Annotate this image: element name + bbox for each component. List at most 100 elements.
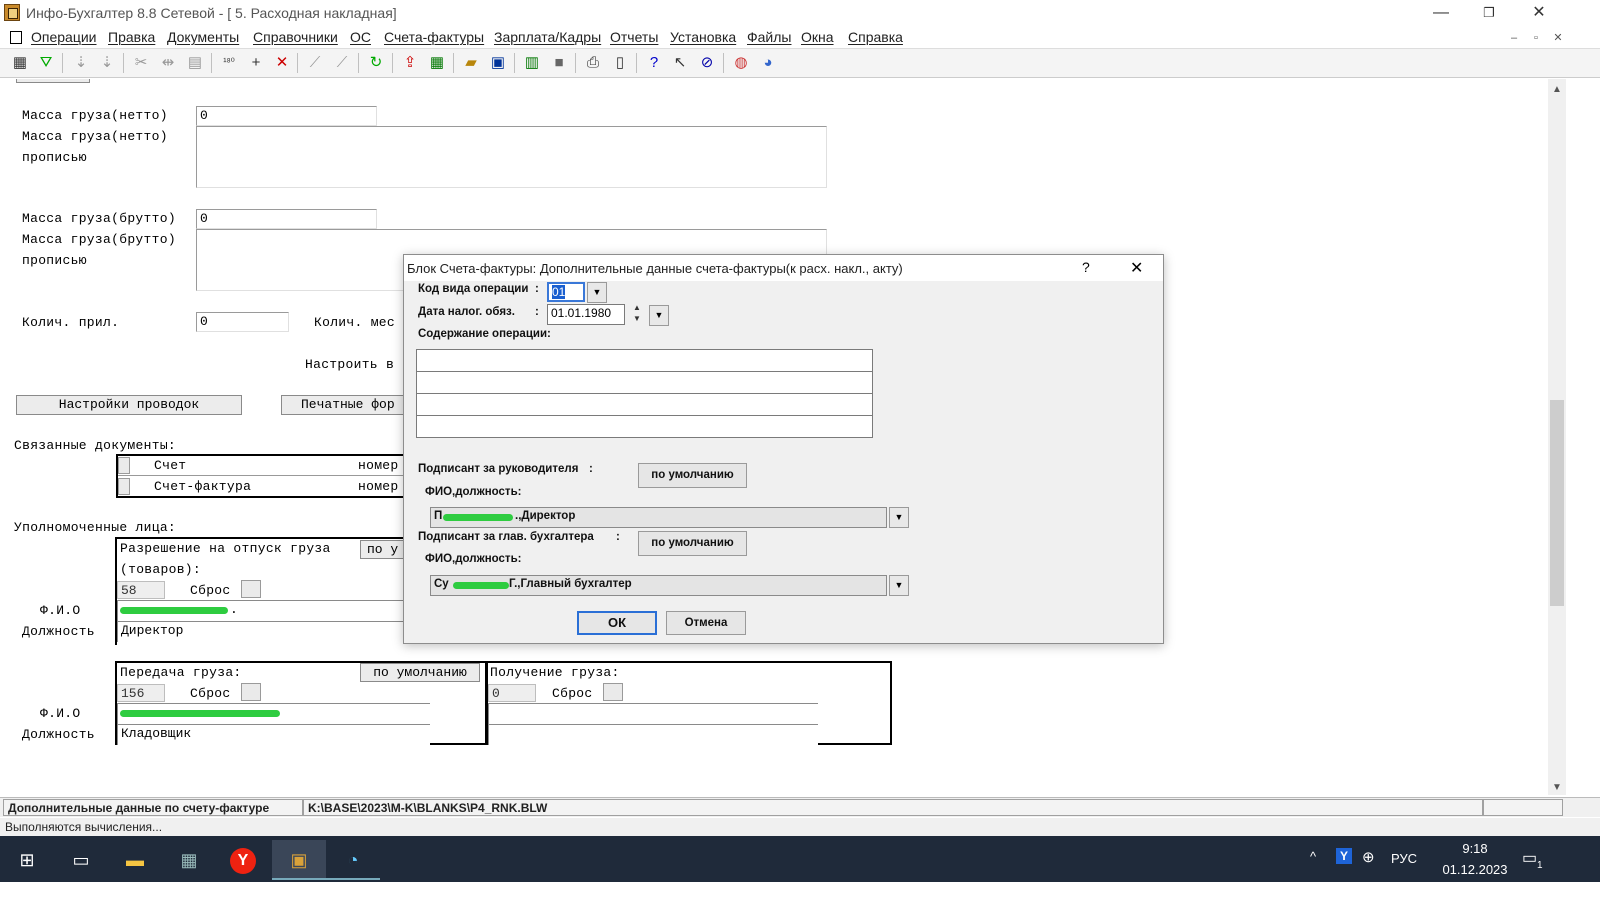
close-button[interactable]: ✕ (1516, 2, 1562, 24)
explorer-icon[interactable]: ▬ (108, 840, 162, 880)
receive-fio-input[interactable] (488, 703, 818, 724)
transfer-position-input[interactable]: Кладовщик (117, 724, 430, 745)
print-forms-button[interactable]: Печатные фор (281, 395, 411, 415)
paint-icon[interactable]: ◔ (326, 840, 380, 880)
notifications-icon[interactable]: ▭ (1522, 848, 1537, 868)
refresh-icon[interactable]: ↻ (365, 52, 387, 74)
table-row[interactable]: Счет-фактура номер (118, 477, 406, 497)
compass-icon[interactable]: ⊘ (696, 52, 718, 74)
info-buh-app-icon[interactable]: ▣ (272, 840, 326, 880)
table-row[interactable]: Счет номер (118, 456, 406, 476)
head-signer-dropdown-icon[interactable]: ▼ (889, 507, 909, 528)
task-view-icon[interactable]: ▭ (54, 840, 108, 880)
restore-button[interactable]: ❐ (1466, 2, 1512, 24)
save-icon[interactable]: ▣ (487, 52, 509, 74)
head-signer-combo[interactable]: П .,Директор (430, 507, 887, 528)
delete-icon[interactable]: ✕ (271, 52, 293, 74)
dialog-help-button[interactable]: ? (1082, 259, 1090, 275)
calc-icon[interactable]: ▯ (609, 52, 631, 74)
net-weight-input[interactable]: 0 (196, 106, 377, 126)
dialog-close-button[interactable]: ✕ (1130, 258, 1143, 278)
row-selector[interactable] (118, 457, 130, 474)
cancel-button[interactable]: Отмена (666, 611, 746, 635)
whats-this-icon[interactable]: ↖ (669, 52, 691, 74)
tray-chevron-icon[interactable]: ^ (1310, 849, 1316, 864)
menu-settings[interactable]: Установка (670, 29, 736, 45)
transfer-fio-input[interactable] (117, 703, 430, 724)
menu-windows[interactable]: Окна (801, 29, 834, 45)
filter-icon[interactable]: ⛛ (35, 52, 57, 74)
app-icon[interactable] (4, 4, 20, 21)
mdi-restore-button[interactable]: ▫ (1527, 30, 1545, 46)
open-icon[interactable]: ▰ (460, 52, 482, 74)
align-icon[interactable]: ⇹ (157, 52, 179, 74)
grid-icon[interactable]: ▦ (9, 52, 31, 74)
gross-weight-input[interactable]: 0 (196, 209, 377, 229)
op-code-dropdown-icon[interactable]: ▼ (587, 282, 607, 303)
mdi-close-button[interactable]: ✕ (1549, 30, 1567, 46)
scroll-up-icon[interactable]: ▲ (1548, 84, 1566, 95)
document-icon[interactable] (10, 31, 22, 44)
paste-icon[interactable]: ▤ (184, 52, 206, 74)
language-indicator[interactable]: РУС (1391, 851, 1417, 866)
add-icon[interactable]: + (245, 52, 267, 74)
chart-icon[interactable]: ▥ (521, 52, 543, 74)
op-code-input[interactable]: 01 (547, 282, 585, 302)
receive-code-field[interactable]: 0 (488, 684, 536, 702)
export-icon[interactable]: ⇪ (399, 52, 421, 74)
clock-date[interactable]: 01.12.2023 (1430, 862, 1520, 877)
help-icon[interactable]: ? (643, 52, 665, 74)
scroll-down-icon[interactable]: ▼ (1548, 782, 1566, 793)
top-cut-button[interactable] (16, 79, 90, 83)
menu-payroll[interactable]: Зарплата/Кадры (494, 29, 601, 45)
menu-references[interactable]: Справочники (253, 29, 338, 45)
yandex-browser-icon[interactable]: Y (216, 840, 270, 880)
cut-icon[interactable]: ✂ (130, 52, 152, 74)
mdi-minimize-button[interactable]: – (1505, 30, 1523, 46)
network-globe-icon[interactable]: ⊕ (1362, 848, 1375, 866)
attach-count-input[interactable]: 0 (196, 312, 289, 332)
menu-fixed-assets[interactable]: ОС (350, 29, 371, 45)
transfer-code-field[interactable]: 156 (117, 684, 165, 702)
receive-position-input[interactable] (488, 724, 818, 745)
counter-icon[interactable]: ¹⁸⁰ (218, 52, 240, 74)
lifebuoy-icon[interactable]: ◍ (730, 52, 752, 74)
sheet-icon[interactable]: ▦ (426, 52, 448, 74)
ok-button[interactable]: ОК (577, 611, 657, 635)
receive-reset-checkbox[interactable] (603, 683, 623, 701)
print-icon[interactable]: ⎙ (582, 52, 604, 74)
content-line-3[interactable] (416, 393, 873, 416)
menu-files[interactable]: Файлы (747, 29, 791, 45)
menu-reports[interactable]: Отчеты (610, 29, 658, 45)
content-line-2[interactable] (416, 371, 873, 394)
yandex-tray-icon[interactable]: Y (1336, 848, 1352, 864)
tool-b-icon[interactable]: ⟋ (331, 52, 353, 74)
menu-edit[interactable]: Правка (108, 29, 155, 45)
sort-desc-icon[interactable]: ⇣ (96, 52, 118, 74)
menu-invoices[interactable]: Счета-фактуры (384, 29, 484, 45)
menu-operations[interactable]: Операции (31, 29, 97, 45)
chief-acc-signer-combo[interactable]: Су Г.,Главный бухгалтер (430, 575, 887, 596)
transfer-default-button[interactable]: по умолчанию (360, 663, 480, 682)
content-line-4[interactable] (416, 415, 873, 438)
content-line-1[interactable] (416, 349, 873, 372)
release-fio-input[interactable]: . (117, 600, 407, 621)
release-code-field[interactable]: 58 (117, 581, 165, 599)
date-spinner-icon[interactable]: ▲ ▼ (631, 302, 643, 324)
tool-a-icon[interactable]: ⟋ (304, 52, 326, 74)
start-icon[interactable]: ⊞ (0, 840, 54, 880)
head-signer-default-button[interactable]: по умолчанию (638, 463, 747, 488)
release-position-input[interactable]: Директор (117, 621, 407, 642)
tax-date-dropdown-icon[interactable]: ▼ (649, 305, 669, 326)
release-reset-checkbox[interactable] (241, 580, 261, 598)
clock-time[interactable]: 9:18 (1450, 841, 1500, 856)
calculator-icon[interactable]: ▦ (162, 840, 216, 880)
minimize-button[interactable]: — (1418, 2, 1464, 24)
postings-settings-button[interactable]: Настройки проводок (16, 395, 242, 415)
release-default-button[interactable]: по у (360, 540, 406, 559)
tax-date-input[interactable]: 01.01.1980 (547, 304, 625, 325)
chief-acc-default-button[interactable]: по умолчанию (638, 531, 747, 556)
row-selector[interactable] (118, 478, 130, 495)
menu-documents[interactable]: Документы (167, 29, 239, 45)
box-icon[interactable]: ■ (548, 52, 570, 74)
